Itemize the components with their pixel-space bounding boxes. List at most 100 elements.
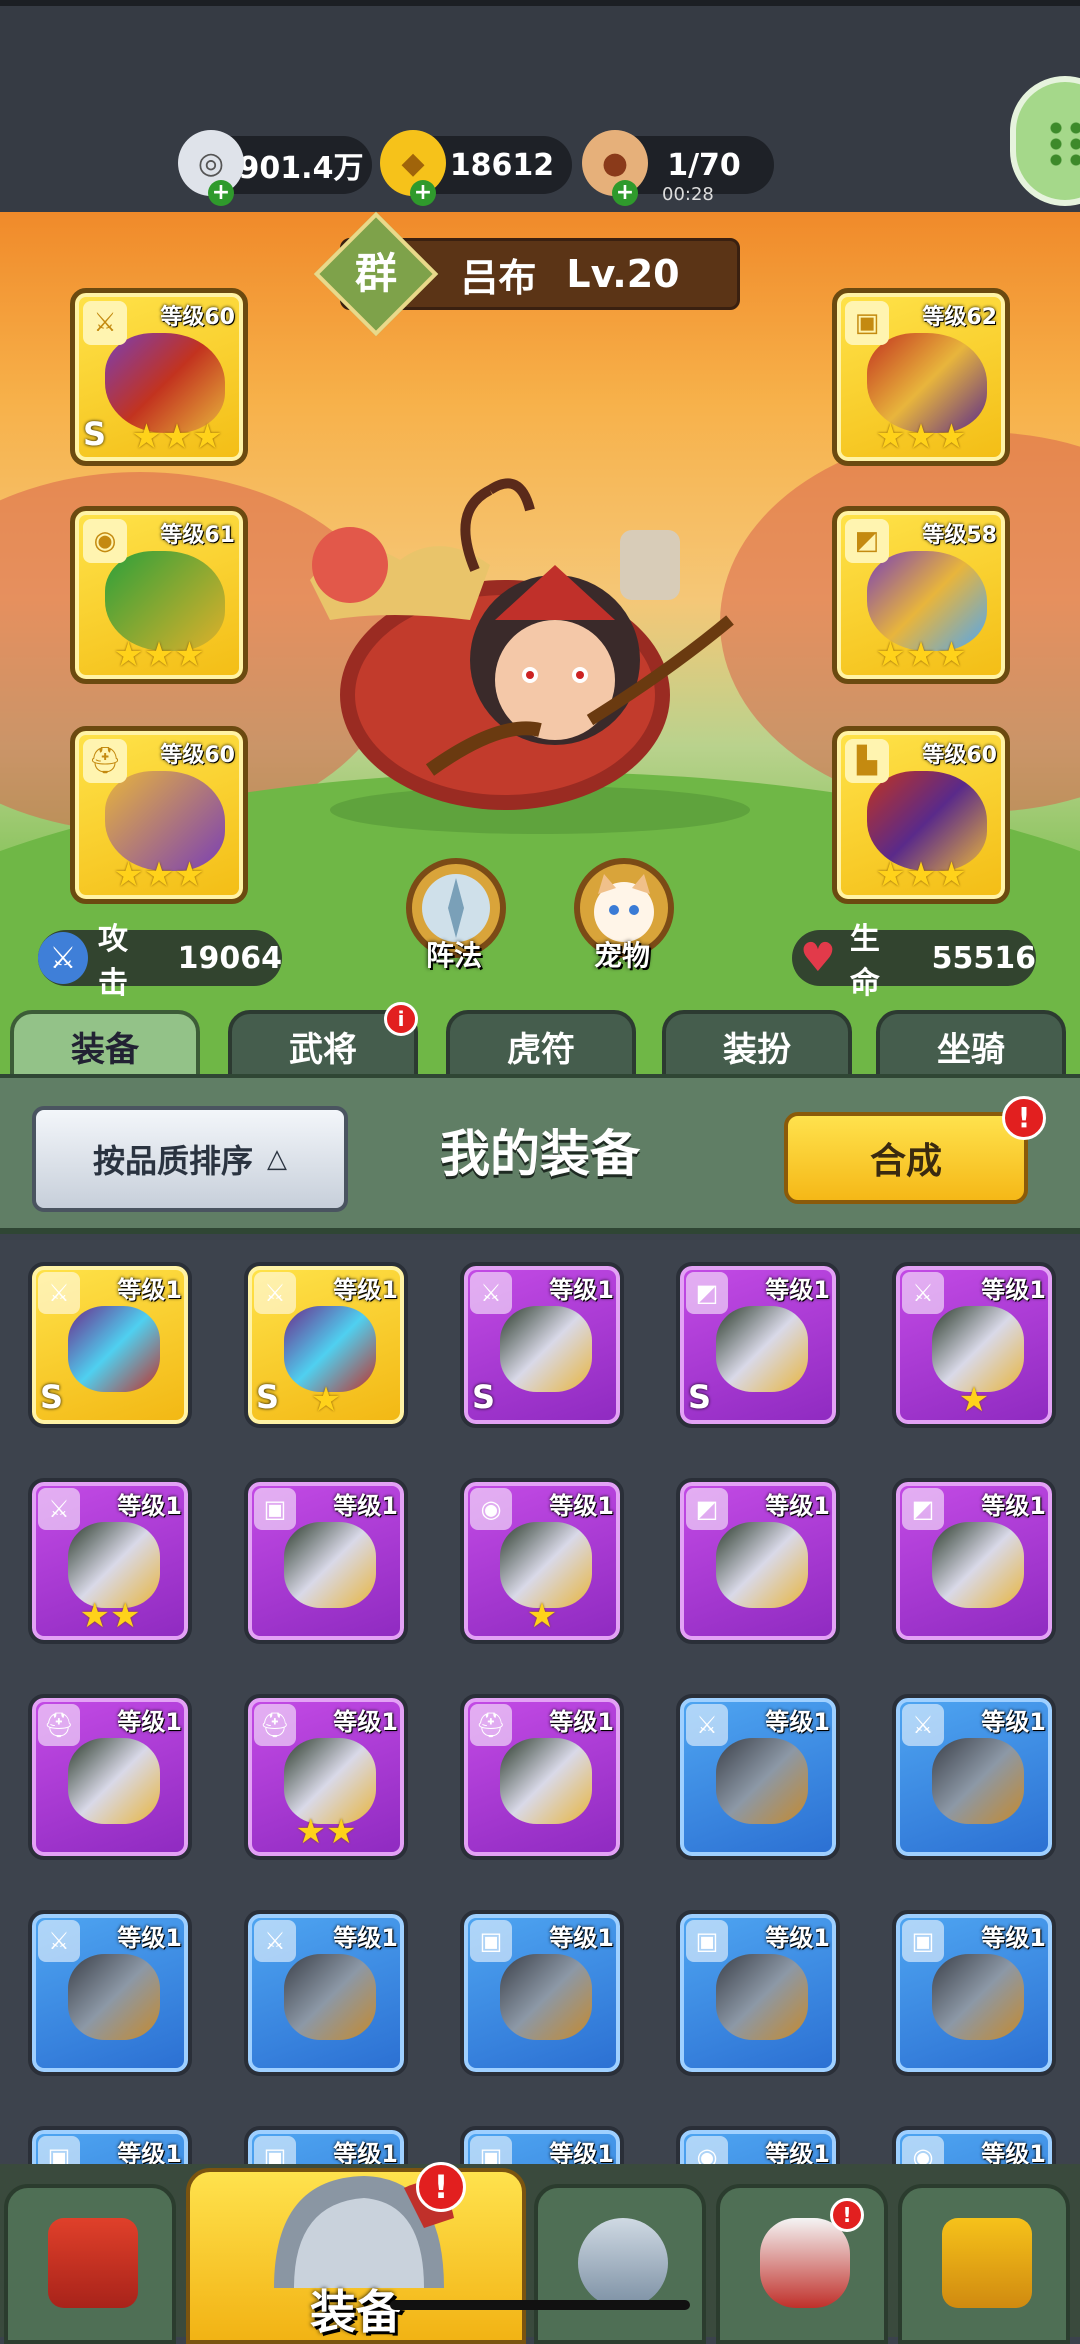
inventory-item[interactable]: ⚔ 等级1: [28, 1910, 192, 2076]
add-gold-icon[interactable]: +: [410, 180, 436, 206]
equipped-weapon-slot[interactable]: ⚔ 等级60 S ★★★: [70, 288, 248, 466]
inventory-item[interactable]: ◩ 等级1 S: [676, 1262, 840, 1428]
helmet-slot-icon: ⛑: [38, 1704, 80, 1746]
star-rating: ★★★: [875, 635, 967, 675]
hero-level: Lv.20: [566, 252, 680, 296]
nav-horn-button[interactable]: !: [716, 2184, 888, 2344]
faction-label: 群: [354, 249, 397, 298]
equipped-bracer-slot[interactable]: ◩ 等级58 ★★★: [832, 506, 1010, 684]
item-level: 等级1: [549, 1924, 614, 1952]
nav-equipment-label: 装备: [310, 2285, 402, 2339]
item-level: 等级1: [981, 1492, 1046, 1520]
tab-equipment[interactable]: 装备: [10, 1010, 200, 1082]
gold-resource[interactable]: ◆ + 18612: [380, 130, 572, 206]
inventory-item[interactable]: ▣ 等级1: [244, 1478, 408, 1644]
inventory-item[interactable]: ⚔ 等级1 S ★: [244, 1262, 408, 1428]
inventory-item[interactable]: ⚔ 等级1 ★: [892, 1262, 1056, 1428]
item-level: 等级1: [333, 1924, 398, 1952]
inventory-item[interactable]: ◩ 等级1: [676, 1478, 840, 1644]
tab-mount[interactable]: 坐骑: [876, 1010, 1066, 1082]
sword-slot-icon: ⚔: [38, 1488, 80, 1530]
sort-label: 按品质排序: [92, 1142, 253, 1180]
slot-level: 等级60: [160, 743, 235, 768]
nav-battle-button[interactable]: [534, 2184, 706, 2344]
slot-level: 等级61: [160, 523, 235, 548]
inventory-item[interactable]: ⚔ 等级1: [892, 1694, 1056, 1860]
sword-slot-icon: ⚔: [902, 1704, 944, 1746]
category-tabs: 装备 武将 i 虎符 装扮 坐骑: [0, 1002, 1080, 1082]
armor-slot-icon: ▣: [845, 301, 889, 345]
sword-slot-icon: ⚔: [254, 1272, 296, 1314]
sword-slot-icon: ⚔: [686, 1704, 728, 1746]
item-level: 等级1: [981, 1924, 1046, 1952]
tab-tiger-tally[interactable]: 虎符: [446, 1010, 636, 1082]
sword-slot-icon: ⚔: [83, 301, 127, 345]
merge-label: 合成: [869, 1141, 942, 1182]
inventory-item[interactable]: ▣ 等级1: [892, 1910, 1056, 2076]
tab-generals[interactable]: 武将 i: [228, 1002, 418, 1082]
item-level: 等级1: [333, 1708, 398, 1736]
inventory-item[interactable]: ⛑ 等级1: [460, 1694, 624, 1860]
item-level: 等级1: [549, 1276, 614, 1304]
star-rating: ★: [526, 1596, 558, 1636]
equipped-helmet-slot[interactable]: ⛑ 等级60 ★★★: [70, 726, 248, 904]
home-indicator: [390, 2300, 690, 2310]
attack-sword-icon: ⚔: [38, 932, 88, 984]
inventory-item[interactable]: ⚔ 等级1 S: [28, 1262, 192, 1428]
inventory-item[interactable]: ⚔ 等级1: [244, 1910, 408, 2076]
equipped-medal-slot[interactable]: ◉ 等级61 ★★★: [70, 506, 248, 684]
slot-level: 等级62: [922, 305, 997, 330]
equipment-art: [716, 1738, 808, 1824]
star-rating: ★★★: [875, 417, 967, 457]
pet-label: 宠物: [594, 939, 651, 972]
helmet-slot-icon: ⛑: [470, 1704, 512, 1746]
formation-label: 阵法: [426, 939, 483, 972]
star-rating: ★★: [295, 1812, 357, 1852]
equipped-boots-slot[interactable]: ▙ 等级60 ★★★: [832, 726, 1010, 904]
add-stamina-icon[interactable]: +: [612, 180, 638, 206]
equipment-art: [284, 1954, 376, 2040]
merge-alert-badge: !: [1002, 1096, 1046, 1140]
inventory-item[interactable]: ◩ 等级1: [892, 1478, 1056, 1644]
hero-illustration: [310, 478, 750, 834]
equipment-art: [716, 1954, 808, 2040]
nav-upgrade-button[interactable]: [898, 2184, 1070, 2344]
silver-resource[interactable]: ◎ + 901.4万: [178, 130, 372, 206]
merge-button[interactable]: 合成: [784, 1112, 1028, 1204]
item-level: 等级1: [117, 1276, 182, 1304]
sort-by-quality-button[interactable]: 按品质排序 △: [32, 1106, 348, 1212]
equipped-armor-slot[interactable]: ▣ 等级62 ★★★: [832, 288, 1010, 466]
equipment-art: [68, 1738, 160, 1824]
inventory-item[interactable]: ⚔ 等级1: [676, 1694, 840, 1860]
inventory-item[interactable]: ▣ 等级1: [460, 1910, 624, 2076]
hp-label: 生命: [849, 922, 880, 1001]
inventory-grid: ⚔ 等级1 S ⚔ 等级1 S ★ ⚔ 等级1 S ◩ 等级1 S ⚔ 等级1 ★ ⚔ 等级1 ★★ ▣ 等级1 ◉ 等级1…: [0, 1240, 1080, 2240]
inventory-item[interactable]: ⚔ 等级1 ★★: [28, 1478, 192, 1644]
city-gate-icon: [48, 2218, 138, 2308]
item-level: 等级1: [117, 1492, 182, 1520]
inventory-item[interactable]: ⚔ 等级1 S: [460, 1262, 624, 1428]
tab-label: 装扮: [723, 1029, 791, 1070]
add-silver-icon[interactable]: +: [208, 180, 234, 206]
hp-value: 55516: [931, 940, 1036, 976]
armor-slot-icon: ▣: [254, 1488, 296, 1530]
main-menu-button[interactable]: [1010, 76, 1080, 206]
armor-slot-icon: ▣: [470, 1920, 512, 1962]
inventory-item[interactable]: ⛑ 等级1: [28, 1694, 192, 1860]
inventory-item[interactable]: ◉ 等级1 ★: [460, 1478, 624, 1644]
nav-city-button[interactable]: [4, 2184, 176, 2344]
equipment-art: [932, 1954, 1024, 2040]
info-badge: i: [384, 1002, 418, 1036]
equipment-art: [932, 1522, 1024, 1608]
star-rating: ★★★: [875, 855, 967, 895]
inventory-item[interactable]: ▣ 等级1: [676, 1910, 840, 2076]
nav-equipment-button[interactable]: 装备 !: [186, 2162, 526, 2344]
helmet-slot-icon: ⛑: [83, 739, 127, 783]
sword-slot-icon: ⚔: [38, 1272, 80, 1314]
tab-costume[interactable]: 装扮: [662, 1010, 852, 1082]
equipment-art: [716, 1522, 808, 1608]
inventory-item[interactable]: ⛑ 等级1 ★★: [244, 1694, 408, 1860]
crossed-swords-icon: [578, 2218, 668, 2308]
grade-label: S: [40, 1378, 64, 1416]
slot-level: 等级60: [160, 305, 235, 330]
